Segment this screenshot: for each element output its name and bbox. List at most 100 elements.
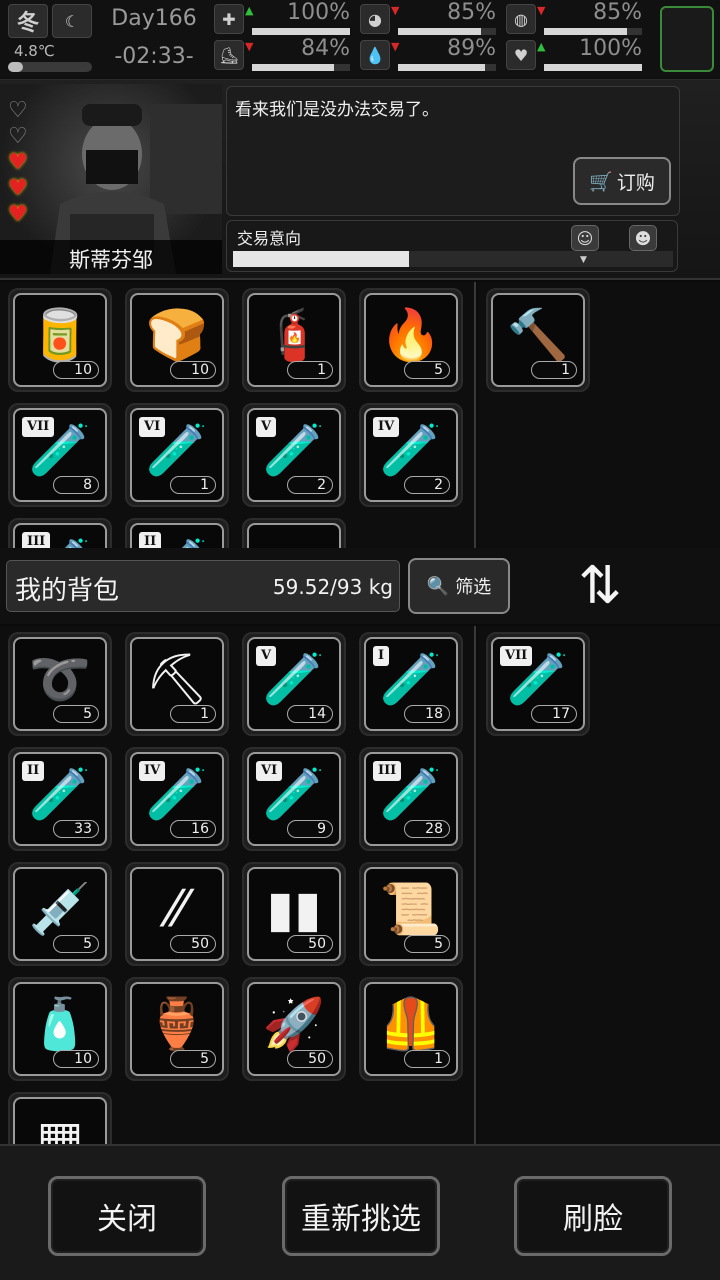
tier-badge: VI <box>256 761 283 781</box>
item-slot-bread[interactable]: 🍞 10 <box>125 288 229 392</box>
swap-icon[interactable]: ⇅ <box>570 556 630 616</box>
stat-meter: ⛸ ▼ 84% <box>214 36 354 72</box>
rifle-bullets-icon: ⁄⁄ <box>168 880 186 938</box>
order-label: 订购 <box>616 171 655 194</box>
item-count: 50 <box>287 935 333 953</box>
item-count: 33 <box>53 820 99 838</box>
fuel-pack-icon: 🔥 <box>379 305 443 364</box>
season-indicator: 冬 <box>8 4 48 38</box>
item-frame: 📜 5 <box>364 867 458 961</box>
item-frame: 🧪 VI 1 <box>130 408 224 502</box>
magnifier-icon: 🔍 <box>426 575 450 597</box>
moon-icon: ☾ <box>52 4 92 38</box>
item-count: 50 <box>287 1050 333 1068</box>
stat-value: 89% <box>447 36 496 61</box>
rocket-icon: 🚀 <box>262 994 326 1053</box>
item-count: 10 <box>170 361 216 379</box>
item-slot-test-tube[interactable]: 🧪 V 14 <box>242 632 346 736</box>
item-count: 1 <box>170 476 216 494</box>
bread-icon: 🍞 <box>145 305 209 364</box>
item-slot-test-tube[interactable]: 🧪 VII 8 <box>8 403 112 507</box>
body-armor-icon: 🦺 <box>379 994 443 1053</box>
minimap-button[interactable] <box>660 6 714 72</box>
filter-button[interactable]: 🔍 筛选 <box>408 558 510 614</box>
item-frame: 🚀 50 <box>247 982 341 1076</box>
item-frame: 🧪 V 14 <box>247 637 341 731</box>
bladder-icon: ◍ <box>506 4 536 34</box>
item-slot-test-tube[interactable]: 🧪III <box>8 518 112 548</box>
item-slot-rocket[interactable]: 🚀 50 <box>242 977 346 1081</box>
item-slot-rope[interactable]: ➰ 5 <box>8 632 112 736</box>
item-slot-test-tube[interactable]: 🧪II <box>125 518 229 548</box>
reselect-button[interactable]: 重新挑选 <box>282 1176 440 1256</box>
tier-badge: II <box>139 532 162 548</box>
item-slot-battery[interactable]: ▦ <box>8 1092 112 1144</box>
item-slot-test-tube[interactable]: 🧪 III 28 <box>359 747 463 851</box>
item-slot-test-tube[interactable]: 🧪 IV 16 <box>125 747 229 851</box>
item-slot-test-tube[interactable]: 🧪 II 33 <box>8 747 112 851</box>
item-count: 18 <box>404 705 450 723</box>
order-button[interactable]: 🛒 订购 <box>573 157 671 205</box>
battery-icon: ▦ <box>36 1110 84 1144</box>
item-slot-test-tube[interactable]: 🧪 VII 17 <box>486 632 590 736</box>
item-slot-shotgun-shells[interactable]: ▮▮ 50 <box>242 862 346 966</box>
tier-badge: VII <box>22 417 55 437</box>
item-slot-cloth-scraps[interactable]: 📜 5 <box>359 862 463 966</box>
cloth-scraps-icon: 📜 <box>379 879 443 938</box>
tier-badge: IV <box>373 417 400 437</box>
refresh-face-button[interactable]: 刷脸 <box>514 1176 672 1256</box>
tier-badge: II <box>22 761 45 781</box>
item-slot-vase[interactable]: 🏺 5 <box>125 977 229 1081</box>
item-count: 14 <box>287 705 333 723</box>
tier-badge: I <box>373 646 390 666</box>
item-count: 16 <box>170 820 216 838</box>
item-slot-shovel[interactable]: ⛏ 1 <box>125 632 229 736</box>
stat-bar <box>398 64 496 71</box>
backpack-header: 我的背包 59.52/93 kg 🔍 筛选 ⇅ <box>0 548 720 624</box>
item-slot-crate[interactable]: ▦ <box>242 518 346 548</box>
trader-name: 斯蒂芬邹 <box>0 240 222 274</box>
stat-meter: ◕ ▼ 85% <box>360 0 500 36</box>
close-button[interactable]: 关闭 <box>48 1176 206 1256</box>
trend-up-icon: ▲ <box>245 4 254 17</box>
tier-badge: IV <box>139 761 166 781</box>
item-slot-test-tube[interactable]: 🧪 IV 2 <box>359 403 463 507</box>
crate-icon: ▦ <box>270 536 317 548</box>
heart-empty-icon: ♡ <box>8 98 28 123</box>
item-slot-test-tube[interactable]: 🧪 VI 1 <box>125 403 229 507</box>
item-slot-test-tube[interactable]: 🧪 I 18 <box>359 632 463 736</box>
item-slot-canned-food[interactable]: 🥫 10 <box>8 288 112 392</box>
stat-meter: ♥ ▲ 100% <box>506 36 646 72</box>
my-inventory: ➰ 5 ⛏ 1 🧪 V 14 🧪 I 18 🧪 II 33 🧪 IV 16 🧪 VI 9 🧪 III 28 💉 5 ⁄⁄ 50 ▮▮… <box>0 626 476 1144</box>
stat-bar <box>398 28 496 35</box>
shovel-icon: ⛏ <box>145 649 209 708</box>
game-clock: -02:33- <box>114 44 194 69</box>
item-count: 10 <box>53 361 99 379</box>
item-slot-body-armor[interactable]: 🦺 1 <box>359 977 463 1081</box>
temperature: 4.8℃ <box>14 42 55 60</box>
trend-down-icon: ▼ <box>537 4 546 17</box>
item-slot-flamethrower-tanks[interactable]: 🧯 1 <box>242 288 346 392</box>
item-slot-test-tube[interactable]: 🧪 V 2 <box>242 403 346 507</box>
item-frame: 🏺 5 <box>130 982 224 1076</box>
status-bar: 冬 ☾ 4.8℃ Day166 -02:33- ✚ ▲ 100% ◕ ▼ 85% ◍ ▼ 85%… <box>0 0 720 80</box>
item-slot-rifle-bullets[interactable]: ⁄⁄ 50 <box>125 862 229 966</box>
water-drop-icon: 💧 <box>360 40 390 70</box>
stat-value: 84% <box>301 36 350 61</box>
trend-down-icon: ▼ <box>245 40 254 53</box>
item-slot-fuel-pack[interactable]: 🔥 5 <box>359 288 463 392</box>
item-frame: 🧪 IV 16 <box>130 752 224 846</box>
item-slot-syringe[interactable]: 💉 5 <box>8 862 112 966</box>
item-slot-test-tube[interactable]: 🧪 VI 9 <box>242 747 346 851</box>
item-count: 2 <box>404 476 450 494</box>
item-frame: 🧪 VI 9 <box>247 752 341 846</box>
item-slot-golden-hammer[interactable]: 🔨 1 <box>486 288 590 392</box>
item-frame: 🥫 10 <box>13 293 107 387</box>
trend-down-icon: ▼ <box>391 40 400 53</box>
item-frame: 🧪 VII 8 <box>13 408 107 502</box>
trader-panel: ♡ ♡ ♥ ♥ ♥ 斯蒂芬邹 看来我们是没办法交易了。 🛒 订购 交易意向 ☺ ☻ ▼ <box>0 80 720 280</box>
item-count: 5 <box>404 935 450 953</box>
item-slot-spray-bottles[interactable]: 🧴 10 <box>8 977 112 1081</box>
intent-marker-icon: ▼ <box>580 255 587 265</box>
heart-full-icon: ♥ <box>8 176 28 201</box>
